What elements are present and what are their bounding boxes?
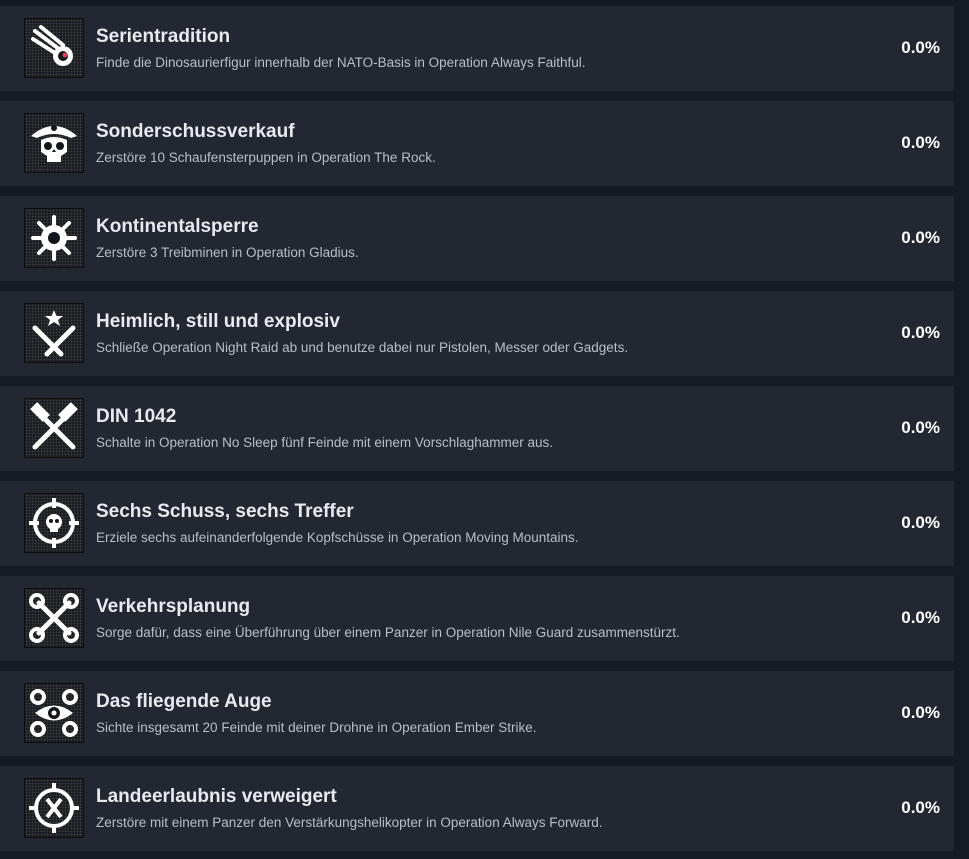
- sea-mine-icon: [24, 208, 84, 268]
- achievement-description: Sorge dafür, dass eine Überführung über …: [96, 625, 680, 640]
- achievement-title: Das fliegende Auge: [96, 691, 272, 712]
- achievement-title: Kontinentalsperre: [96, 216, 259, 237]
- achievement-description: Zerstöre 10 Schaufensterpuppen in Operat…: [96, 150, 436, 165]
- achievement-title: Sechs Schuss, sechs Treffer: [96, 501, 354, 522]
- achievement-description: Zerstöre mit einem Panzer den Verstärkun…: [96, 815, 603, 830]
- crosshair-skull-icon: [24, 493, 84, 553]
- achievement-title: Verkehrsplanung: [96, 596, 251, 617]
- achievement-row[interactable]: Heimlich, still und explosiv Schließe Op…: [0, 291, 954, 376]
- achievement-description: Schalte in Operation No Sleep fünf Feind…: [96, 435, 553, 450]
- achievement-row[interactable]: DIN 1042 Schalte in Operation No Sleep f…: [0, 386, 954, 471]
- achievement-row[interactable]: Sonderschussverkauf Zerstöre 10 Schaufen…: [0, 101, 954, 186]
- achievement-description: Finde die Dinosaurierfigur innerhalb der…: [96, 55, 586, 70]
- comet-icon: [24, 18, 84, 78]
- achievement-row[interactable]: Serientradition Finde die Dinosaurierfig…: [0, 6, 954, 91]
- achievement-unlock-percent: 0.0%: [901, 133, 940, 152]
- achievement-unlock-percent: 0.0%: [901, 38, 940, 57]
- achievement-title: Serientradition: [96, 26, 231, 47]
- achievement-unlock-percent: 0.0%: [901, 798, 940, 817]
- achievement-description: Erziele sechs aufeinanderfolgende Kopfsc…: [96, 530, 579, 545]
- pirate-skull-icon: [24, 113, 84, 173]
- achievement-unlock-percent: 0.0%: [901, 513, 940, 532]
- achievement-row[interactable]: Verkehrsplanung Sorge dafür, dass eine Ü…: [0, 576, 954, 661]
- achievement-unlock-percent: 0.0%: [901, 228, 940, 247]
- achievement-row[interactable]: Kontinentalsperre Zerstöre 3 Treibminen …: [0, 196, 954, 281]
- achievement-unlock-percent: 0.0%: [901, 418, 940, 437]
- achievement-title: Sonderschussverkauf: [96, 121, 295, 142]
- achievement-title: Landeerlaubnis verweigert: [96, 786, 337, 807]
- achievement-row[interactable]: Landeerlaubnis verweigert Zerstöre mit e…: [0, 766, 954, 851]
- achievement-unlock-percent: 0.0%: [901, 323, 940, 342]
- crossed-knives-star-icon: [24, 303, 84, 363]
- achievement-row[interactable]: Das fliegende Auge Sichte insgesamt 20 F…: [0, 671, 954, 756]
- crossed-wrenches-icon: [24, 588, 84, 648]
- achievement-description: Sichte insgesamt 20 Feinde mit deiner Dr…: [96, 720, 537, 735]
- achievement-title: DIN 1042: [96, 406, 177, 427]
- achievement-unlock-percent: 0.0%: [901, 608, 940, 627]
- achievement-row[interactable]: Sechs Schuss, sechs Treffer Erziele sech…: [0, 481, 954, 566]
- achievement-description: Schließe Operation Night Raid ab und ben…: [96, 340, 629, 355]
- crossed-hammers-icon: [24, 398, 84, 458]
- drone-eye-icon: [24, 683, 84, 743]
- achievement-list: Serientradition Finde die Dinosaurierfig…: [0, 0, 969, 859]
- helipad-target-icon: [24, 778, 84, 838]
- achievement-description: Zerstöre 3 Treibminen in Operation Gladi…: [96, 245, 359, 260]
- achievement-title: Heimlich, still und explosiv: [96, 311, 340, 332]
- achievement-unlock-percent: 0.0%: [901, 703, 940, 722]
